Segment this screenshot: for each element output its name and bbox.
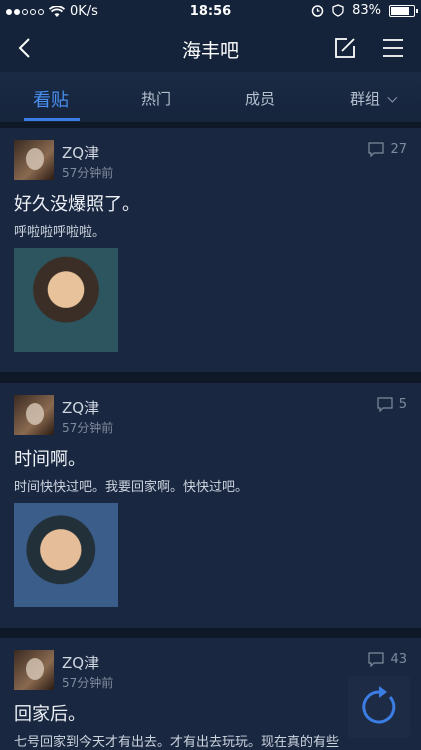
post-time: 57分钟前 bbox=[62, 676, 114, 690]
comment-count-value: 43 bbox=[390, 652, 407, 667]
post-title[interactable]: 回家后。 bbox=[14, 700, 86, 726]
comment-count: 27 bbox=[368, 142, 407, 157]
post-title[interactable]: 好久没爆照了。 bbox=[14, 190, 140, 216]
comment-count-value: 5 bbox=[398, 397, 407, 412]
post-photo[interactable] bbox=[14, 248, 118, 352]
status-bar: 0K/s 18:56 83% bbox=[0, 0, 421, 24]
comment-icon bbox=[368, 142, 385, 157]
post-body: 时间快快过吧。我要回家啊。快快过吧。 bbox=[14, 480, 249, 495]
comment-icon bbox=[377, 397, 393, 412]
shield-icon bbox=[332, 4, 344, 17]
tab-posts[interactable]: 看贴 bbox=[33, 86, 69, 112]
nav-bar: 海丰吧 bbox=[0, 24, 421, 72]
tab-groups-label: 群组 bbox=[350, 90, 381, 108]
compose-icon[interactable] bbox=[333, 36, 357, 60]
tab-members[interactable]: 成员 bbox=[245, 88, 275, 109]
avatar[interactable] bbox=[14, 650, 54, 690]
post-body: 七号回家到今天才有出去。才有出去玩玩。现在真的有些 bbox=[14, 735, 340, 750]
tab-groups[interactable]: 群组 bbox=[350, 88, 398, 109]
comment-count: 43 bbox=[368, 652, 407, 667]
battery-level bbox=[391, 6, 410, 15]
battery-icon bbox=[389, 4, 418, 17]
post-photo[interactable] bbox=[14, 503, 118, 607]
refresh-button[interactable] bbox=[348, 676, 410, 738]
status-right: 83% bbox=[311, 3, 418, 18]
comment-icon bbox=[368, 652, 385, 667]
post-time: 57分钟前 bbox=[62, 421, 114, 435]
avatar[interactable] bbox=[14, 395, 54, 435]
post-title[interactable]: 时间啊。 bbox=[14, 445, 86, 471]
post-card[interactable]: ZQ津 57分钟前 5 时间啊。 时间快快过吧。我要回家啊。快快过吧。 bbox=[0, 383, 421, 628]
chevron-down-icon bbox=[387, 92, 398, 103]
post-body: 呼啦啦呼啦啦。 bbox=[14, 225, 106, 240]
post-username[interactable]: ZQ津 bbox=[62, 142, 99, 163]
active-tab-indicator bbox=[24, 118, 80, 121]
alarm-icon bbox=[311, 5, 324, 17]
post-card[interactable]: ZQ津 57分钟前 27 好久没爆照了。 呼啦啦呼啦啦。 bbox=[0, 128, 421, 372]
avatar[interactable] bbox=[14, 140, 54, 180]
battery-percent: 83% bbox=[352, 3, 381, 18]
refresh-icon bbox=[362, 686, 396, 724]
page-title: 海丰吧 bbox=[181, 40, 239, 62]
comment-count: 5 bbox=[377, 397, 407, 412]
comment-count-value: 27 bbox=[390, 142, 407, 157]
tab-hot[interactable]: 热门 bbox=[141, 88, 171, 109]
post-username[interactable]: ZQ津 bbox=[62, 397, 99, 418]
menu-icon[interactable] bbox=[381, 36, 405, 60]
post-username[interactable]: ZQ津 bbox=[62, 652, 99, 673]
post-time: 57分钟前 bbox=[62, 166, 114, 180]
tab-bar: 看贴 热门 成员 群组 bbox=[0, 72, 421, 122]
